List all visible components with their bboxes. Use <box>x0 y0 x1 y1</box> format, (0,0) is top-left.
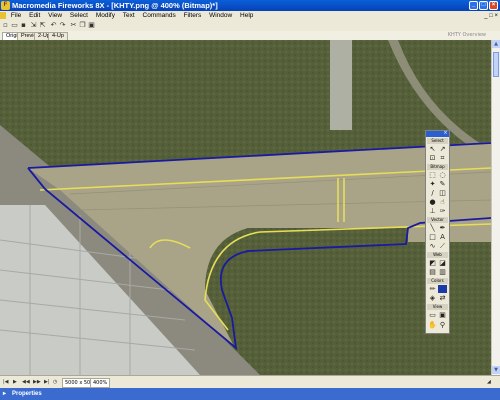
pointer-tool-icon[interactable]: ↖ <box>428 145 437 153</box>
tools-section-bitmap: Bitmap <box>427 164 448 170</box>
lasso-tool-icon[interactable]: ◌ <box>438 171 447 179</box>
undo-icon[interactable]: ↶ <box>50 22 57 29</box>
pen-tool-icon[interactable]: ✒ <box>438 224 447 232</box>
previous-frame-icon[interactable]: ◀◀ <box>22 378 30 386</box>
cut-icon[interactable]: ✂ <box>70 22 77 29</box>
open-icon[interactable]: ▭ <box>11 22 18 29</box>
pencil-tool-icon[interactable]: / <box>428 189 437 197</box>
menu-file[interactable]: File <box>8 11 24 20</box>
eraser-tool-icon[interactable]: ◫ <box>438 189 447 197</box>
crop-tool-icon[interactable]: ⌗ <box>438 154 447 162</box>
maximize-button[interactable]: □ <box>479 1 488 10</box>
tools-section-view: View <box>427 304 448 310</box>
document-icon[interactable] <box>0 12 6 19</box>
properties-panel-bar[interactable]: ▸ Properties <box>0 388 500 400</box>
tools-section-select: Select <box>427 138 448 144</box>
standard-screen-mode-icon[interactable]: ▭ <box>428 311 437 319</box>
status-bar: |◀ ▶ ◀◀ ▶▶ ▶| ◷ 5000 x 5000 400% ◢ <box>0 375 500 388</box>
hide-slices-icon[interactable]: ▤ <box>428 268 437 276</box>
tools-panel-title-bar[interactable]: × <box>426 131 449 137</box>
tools-section-web: Web <box>427 252 448 258</box>
properties-expand-icon[interactable]: ▸ <box>3 388 6 400</box>
stroke-color-icon[interactable]: ✏ <box>428 285 437 293</box>
scale-tool-icon[interactable]: ⊡ <box>428 154 437 162</box>
tools-panel: × Select ↖ ↗ ⊡ ⌗ Bitmap ⬚ ◌ ✦ ✎ / ◫ ● ☝ … <box>425 130 450 334</box>
knife-tool-icon[interactable]: ⟋ <box>438 242 447 250</box>
subselect-tool-icon[interactable]: ↗ <box>438 145 447 153</box>
vertical-scrollbar[interactable]: ▲ ▼ <box>491 40 500 375</box>
rectangle-tool-icon[interactable]: □ <box>428 233 437 241</box>
tools-panel-close-icon[interactable]: × <box>443 131 448 136</box>
new-icon[interactable]: ▫ <box>2 22 9 29</box>
menu-edit[interactable]: Edit <box>26 11 43 20</box>
document-canvas[interactable] <box>0 40 491 375</box>
aerial-image <box>0 40 491 375</box>
close-button[interactable]: × <box>489 1 498 10</box>
next-frame-icon[interactable]: ▶▶ <box>33 378 41 386</box>
magic-wand-tool-icon[interactable]: ✦ <box>428 180 437 188</box>
tools-section-colors: Colors <box>427 278 448 284</box>
swap-colors-icon[interactable]: ⇄ <box>438 294 447 302</box>
play-icon[interactable]: ▶ <box>13 378 17 386</box>
brush-tool-icon[interactable]: ✎ <box>438 180 447 188</box>
paste-icon[interactable]: ▣ <box>88 22 95 29</box>
stroke-color-swatch[interactable] <box>438 285 447 293</box>
fireworks-app-icon: F <box>1 1 10 10</box>
scroll-up-icon[interactable]: ▲ <box>492 40 500 48</box>
freeform-tool-icon[interactable]: ∿ <box>428 242 437 250</box>
export-icon[interactable]: ⇱ <box>39 22 46 29</box>
canvas-note: KHTY Overview <box>447 32 486 38</box>
menu-view[interactable]: View <box>45 11 65 20</box>
rubber-stamp-tool-icon[interactable]: ⊥ <box>428 207 437 215</box>
upper-taxiway <box>330 40 352 130</box>
title-bar: F Macromedia Fireworks 8X - [KHTY.png @ … <box>0 0 500 11</box>
menu-filters[interactable]: Filters <box>181 11 205 20</box>
menu-modify[interactable]: Modify <box>93 11 118 20</box>
copy-icon[interactable]: ❐ <box>79 22 86 29</box>
redo-icon[interactable]: ↷ <box>59 22 66 29</box>
frame-delay-icon[interactable]: ◷ <box>53 378 57 386</box>
menu-help[interactable]: Help <box>237 11 256 20</box>
menu-commands[interactable]: Commands <box>140 11 179 20</box>
menu-select[interactable]: Select <box>67 11 91 20</box>
text-tool-icon[interactable]: A <box>438 233 447 241</box>
slice-tool-icon[interactable]: ◪ <box>438 259 447 267</box>
tools-section-vector: Vector <box>427 217 448 223</box>
minimize-button[interactable]: _ <box>469 1 478 10</box>
fill-color-icon[interactable]: ◈ <box>428 294 437 302</box>
properties-panel-label: Properties <box>12 391 42 397</box>
marquee-tool-icon[interactable]: ⬚ <box>428 171 437 179</box>
zoom-tool-icon[interactable]: ⚲ <box>438 321 447 329</box>
blur-tool-icon[interactable]: ● <box>428 198 437 206</box>
replace-color-tool-icon[interactable]: ✑ <box>438 207 447 215</box>
hotspot-tool-icon[interactable]: ◩ <box>428 259 437 267</box>
tab-4-up[interactable]: 4-Up <box>48 32 68 40</box>
menu-window[interactable]: Window <box>206 11 235 20</box>
scrollbar-thumb[interactable] <box>493 52 499 77</box>
save-icon[interactable]: ▪ <box>20 22 27 29</box>
hand-tool-icon[interactable]: ✋ <box>428 321 437 329</box>
scroll-down-icon[interactable]: ▼ <box>492 366 500 374</box>
menu-bar: File Edit View Select Modify Text Comman… <box>0 11 500 20</box>
resize-grip-icon[interactable]: ◢ <box>487 378 491 386</box>
show-slices-icon[interactable]: ▥ <box>438 268 447 276</box>
line-tool-icon[interactable]: ╲ <box>428 224 437 232</box>
window-title: Macromedia Fireworks 8X - [KHTY.png @ 40… <box>12 1 218 10</box>
last-frame-icon[interactable]: ▶| <box>44 378 50 386</box>
zoom-level[interactable]: 400% <box>90 378 111 388</box>
smudge-tool-icon[interactable]: ☝ <box>438 198 447 206</box>
import-icon[interactable]: ⇲ <box>30 22 37 29</box>
full-screen-mode-icon[interactable]: ▣ <box>438 311 447 319</box>
menu-text[interactable]: Text <box>120 11 138 20</box>
first-frame-icon[interactable]: |◀ <box>3 378 9 386</box>
